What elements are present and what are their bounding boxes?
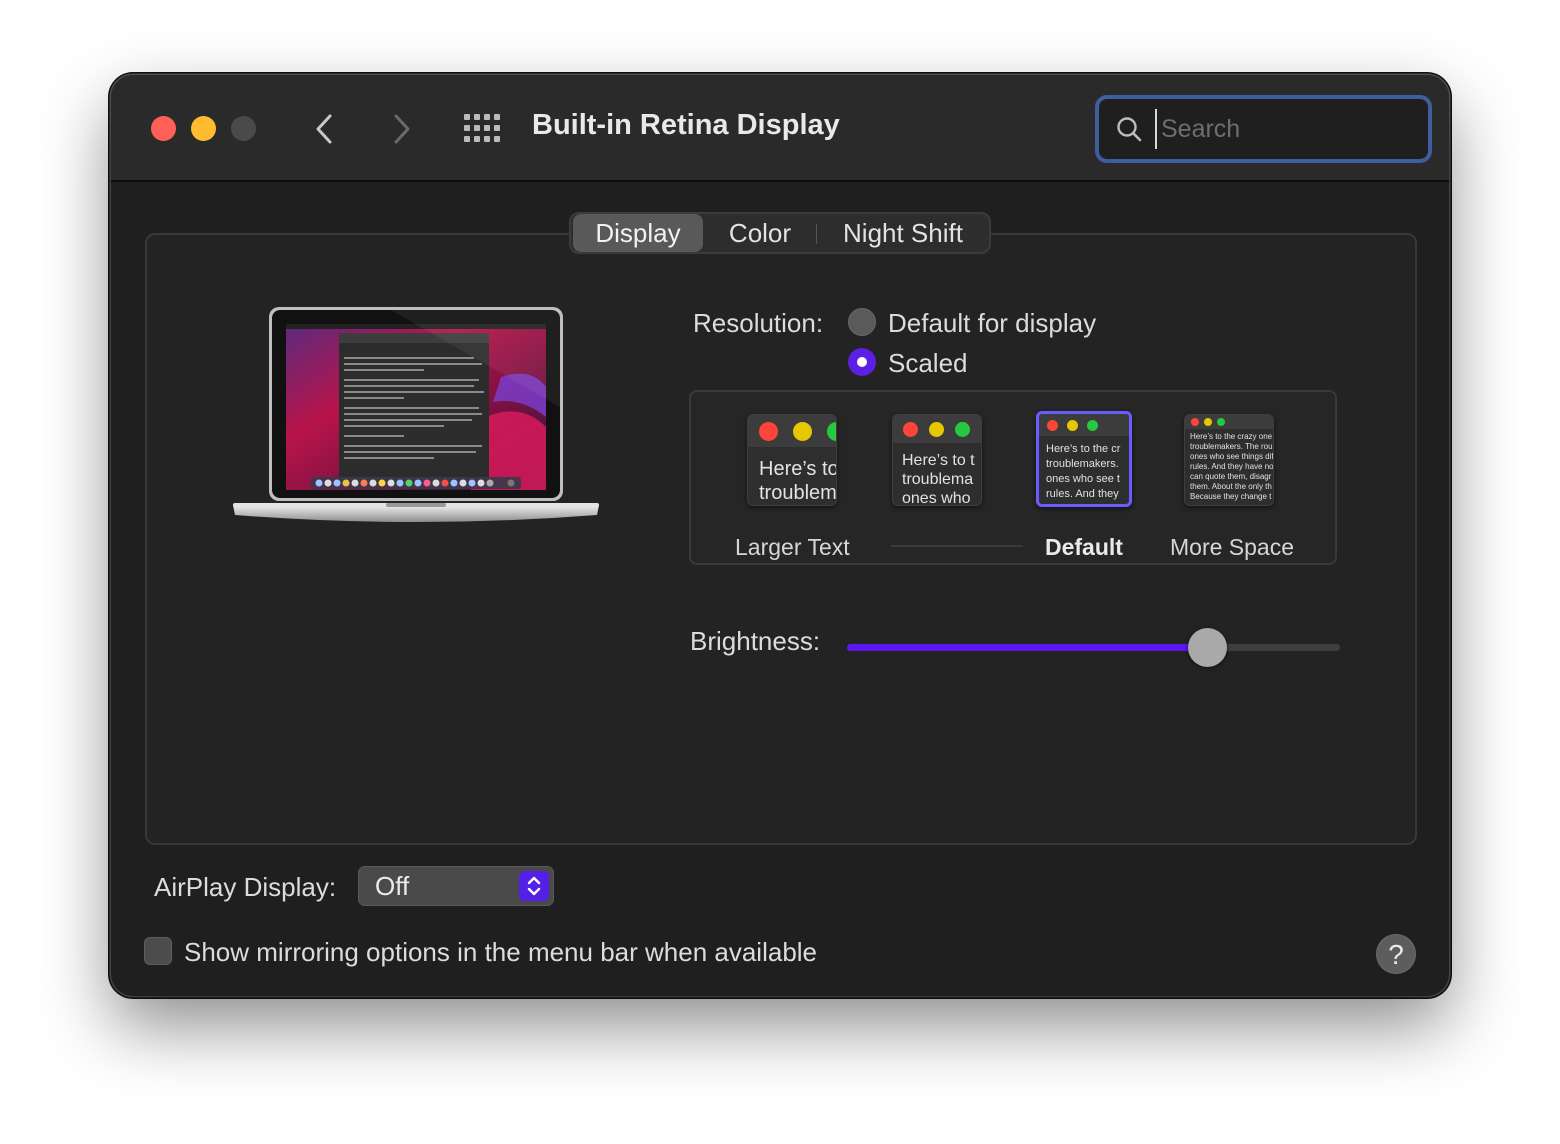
- preferences-window: Built-in Retina Display Display Color Ni…: [111, 75, 1449, 996]
- scale-option-larger-text[interactable]: Here’s to troublem: [747, 414, 837, 506]
- back-button[interactable]: [304, 107, 348, 151]
- window-title: Built-in Retina Display: [532, 109, 840, 141]
- brightness-label: Brightness:: [690, 626, 821, 656]
- chevron-right-icon: [394, 114, 410, 144]
- laptop-illustration: [233, 307, 599, 522]
- search-input[interactable]: [1155, 109, 1421, 149]
- scaled-label[interactable]: Scaled: [888, 348, 968, 379]
- zoom-icon: [231, 116, 256, 141]
- tab-night-shift[interactable]: Night Shift: [819, 214, 987, 252]
- scaled-resolution-picker: Here’s to troublem Here’s to t troublema…: [689, 390, 1337, 565]
- brightness-fill: [847, 644, 1207, 651]
- scale-preview-text: Here’s to troublem: [759, 458, 837, 504]
- question-icon: ?: [1388, 939, 1404, 970]
- scale-preview-text: Here’s to the cr troublemakers. ones who…: [1046, 443, 1121, 500]
- help-button[interactable]: ?: [1376, 934, 1416, 974]
- tab-color[interactable]: Color: [705, 214, 815, 252]
- tab-bar: Display Color Night Shift: [569, 212, 991, 254]
- scale-option-more-space[interactable]: Here’s to the crazy one troublemakers. T…: [1184, 414, 1274, 506]
- show-all-button[interactable]: [462, 112, 504, 144]
- airplay-display-label: AirPlay Display:: [154, 872, 337, 902]
- chevron-left-icon: [316, 114, 332, 144]
- up-down-chevron-icon: [519, 871, 549, 901]
- brightness-slider[interactable]: [847, 628, 1340, 667]
- airplay-display-popup[interactable]: Off: [358, 866, 554, 906]
- airplay-display-value: Off: [375, 871, 410, 901]
- close-icon[interactable]: [151, 116, 176, 141]
- default-for-display-label[interactable]: Default for display: [888, 308, 1096, 339]
- tab-display[interactable]: Display: [573, 214, 703, 252]
- tab-separator: [816, 224, 817, 244]
- mirroring-label[interactable]: Show mirroring options in the menu bar w…: [184, 937, 817, 968]
- resolution-label: Resolution:: [693, 308, 824, 338]
- default-label: Default: [1045, 534, 1123, 560]
- scale-option-default[interactable]: Here’s to the cr troublemakers. ones who…: [1036, 411, 1132, 507]
- larger-text-label: Larger Text: [735, 534, 850, 560]
- title-bar: Built-in Retina Display: [111, 75, 1449, 182]
- forward-button[interactable]: [378, 107, 422, 151]
- scale-divider: [891, 545, 1023, 547]
- radio-default-for-display[interactable]: [848, 308, 876, 336]
- search-field[interactable]: [1095, 95, 1432, 163]
- minimize-icon[interactable]: [191, 116, 216, 141]
- scale-preview-text: Here’s to t troublema ones who: [902, 452, 975, 506]
- brightness-slider-knob[interactable]: [1188, 628, 1227, 667]
- radio-scaled[interactable]: [848, 348, 876, 376]
- mirroring-checkbox[interactable]: [144, 937, 172, 965]
- search-icon: [1117, 117, 1142, 142]
- scale-preview-text: Here’s to the crazy one troublemakers. T…: [1190, 432, 1274, 501]
- more-space-label: More Space: [1170, 534, 1295, 560]
- scale-option-2[interactable]: Here’s to t troublema ones who: [892, 414, 982, 506]
